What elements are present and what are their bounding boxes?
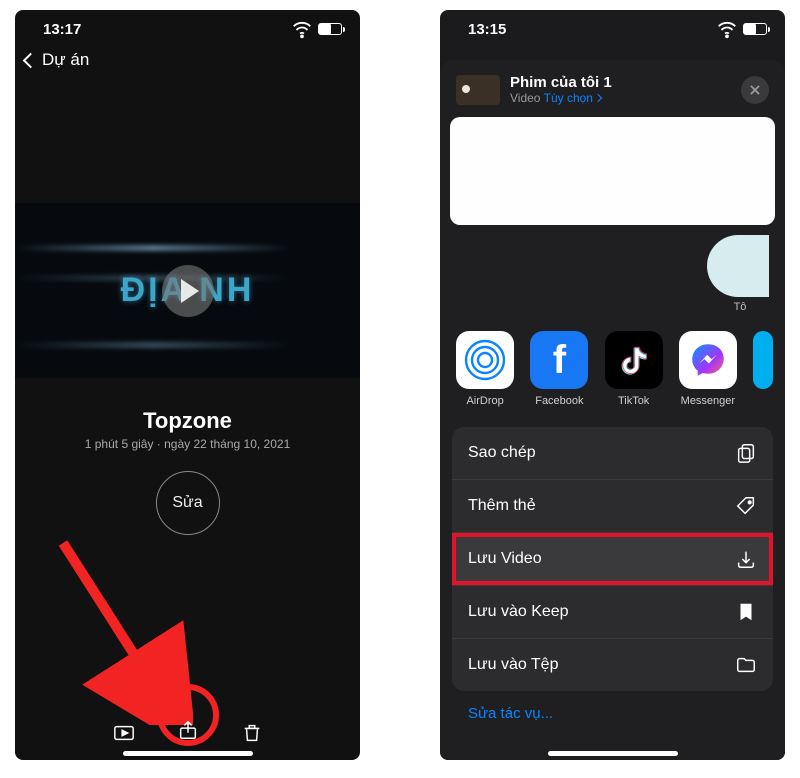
item-subtitle: Video Tùy chọn <box>510 91 612 105</box>
action-label: Lưu Video <box>468 550 542 568</box>
save-files-action[interactable]: Lưu vào Tệp <box>452 638 773 691</box>
contact-avatar <box>707 235 769 297</box>
bottom-toolbar <box>15 719 360 746</box>
contacts-row: Tô <box>452 235 773 313</box>
edit-label: Sửa <box>172 494 202 512</box>
back-button[interactable]: Dự án <box>15 42 360 78</box>
app-label: AirDrop <box>456 395 514 407</box>
partial-app-icon <box>753 331 773 389</box>
airdrop-icon <box>456 331 514 389</box>
add-tag-action[interactable]: Thêm thẻ <box>452 479 773 532</box>
copy-action[interactable]: Sao chép <box>452 427 773 479</box>
trash-icon[interactable] <box>241 722 263 744</box>
contact-name: Tô <box>707 301 773 313</box>
item-thumbnail <box>456 75 500 105</box>
status-bar: 13:15 <box>440 10 785 42</box>
edit-button[interactable]: Sửa <box>156 471 220 535</box>
edit-actions-link[interactable]: Sửa tác vụ... <box>452 691 773 736</box>
share-icon[interactable] <box>177 719 199 741</box>
back-label: Dự án <box>42 50 89 70</box>
facebook-icon: f <box>530 331 588 389</box>
status-time: 13:15 <box>468 21 506 38</box>
video-preview[interactable]: ĐỊA NH <box>15 203 360 378</box>
wifi-icon <box>291 18 313 40</box>
phone-left-project-detail: 13:17 Dự án ĐỊA NH Topzone 1 phút 5 giây… <box>15 10 360 760</box>
copy-icon <box>735 442 757 464</box>
download-icon <box>735 548 757 570</box>
save-keep-action[interactable]: Lưu vào Keep <box>452 585 773 638</box>
status-icons <box>716 18 767 40</box>
contact-suggestion[interactable]: Tô <box>707 235 773 313</box>
app-label: Facebook <box>530 395 588 407</box>
actions-list: Sao chép Thêm thẻ Lưu Video Lưu vào Keep… <box>452 427 773 691</box>
item-info: Phim của tôi 1 Video Tùy chọn <box>510 74 612 105</box>
battery-icon <box>318 23 342 35</box>
wifi-icon <box>716 18 738 40</box>
messenger-app[interactable]: Messenger <box>679 331 737 407</box>
messenger-icon <box>679 331 737 389</box>
preview-card[interactable] <box>452 117 773 225</box>
chevron-right-icon <box>594 94 602 102</box>
tiktok-app[interactable]: TikTok <box>605 331 663 407</box>
share-button-wrap <box>177 719 199 746</box>
chevron-left-icon <box>23 52 39 68</box>
item-type: Video <box>510 91 540 105</box>
home-indicator[interactable] <box>123 751 253 756</box>
status-icons <box>291 18 342 40</box>
app-label: Messenger <box>679 395 737 407</box>
close-icon <box>748 83 762 97</box>
facebook-app[interactable]: f Facebook <box>530 331 588 407</box>
annotation-arrow <box>53 535 193 725</box>
play-icon[interactable] <box>162 265 214 317</box>
action-label: Lưu vào Tệp <box>468 656 558 674</box>
folder-icon <box>735 654 757 676</box>
battery-icon <box>743 23 767 35</box>
project-title: Topzone <box>15 408 360 434</box>
share-sheet: Phim của tôi 1 Video Tùy chọn Tô <box>440 60 785 760</box>
item-title: Phim của tôi 1 <box>510 74 612 91</box>
status-time: 13:17 <box>43 21 81 38</box>
action-label: Thêm thẻ <box>468 497 536 515</box>
tag-icon <box>735 495 757 517</box>
app-label: TikTok <box>605 395 663 407</box>
phone-right-share-sheet: 13:15 Phim của tôi 1 Video Tùy chọn <box>440 10 785 760</box>
partial-app[interactable] <box>753 331 773 407</box>
save-video-action[interactable]: Lưu Video <box>452 532 773 585</box>
airdrop-app[interactable]: AirDrop <box>456 331 514 407</box>
action-label: Lưu vào Keep <box>468 603 569 621</box>
home-indicator[interactable] <box>548 751 678 756</box>
options-link[interactable]: Tùy chọn <box>544 91 601 105</box>
edit-actions-label: Sửa tác vụ... <box>468 705 553 722</box>
play-outline-icon[interactable] <box>113 722 135 744</box>
share-sheet-header: Phim của tôi 1 Video Tùy chọn <box>452 70 773 115</box>
project-subtitle: 1 phút 5 giây · ngày 22 tháng 10, 2021 <box>15 437 360 451</box>
tiktok-icon <box>605 331 663 389</box>
close-button[interactable] <box>741 76 769 104</box>
project-info: Topzone 1 phút 5 giây · ngày 22 tháng 10… <box>15 408 360 535</box>
status-bar: 13:17 <box>15 10 360 42</box>
bookmark-icon <box>735 601 757 623</box>
apps-row: AirDrop f Facebook TikTok Messenger <box>452 331 773 407</box>
action-label: Sao chép <box>468 444 536 462</box>
